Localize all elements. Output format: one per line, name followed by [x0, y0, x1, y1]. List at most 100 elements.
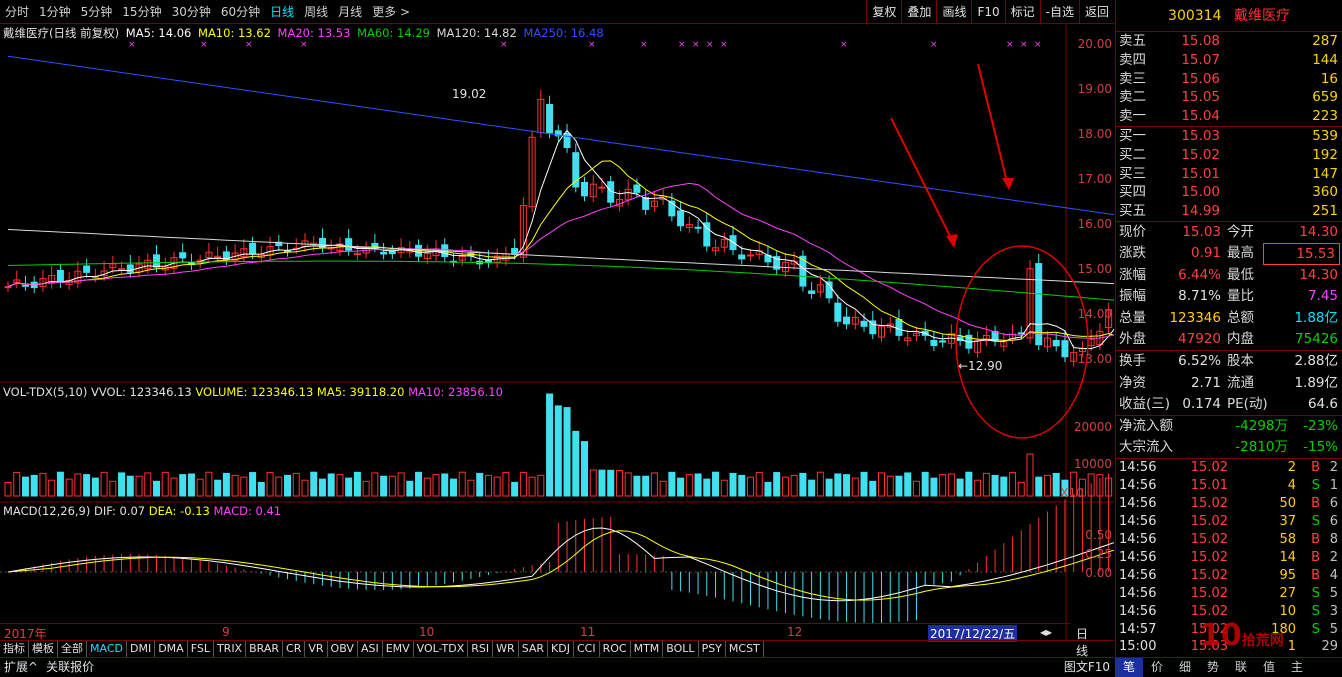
tick-side: S: [1311, 621, 1320, 637]
quote-panel-tab[interactable]: 笔: [1115, 658, 1143, 677]
volume-bar: [650, 472, 658, 497]
volume-bar: [222, 472, 230, 497]
indicator-tab[interactable]: CCI: [574, 641, 600, 657]
quote-panel-tab[interactable]: 价: [1143, 658, 1171, 677]
volume-bar: [843, 474, 851, 497]
chart-f10-button[interactable]: 图文F10: [1060, 658, 1114, 677]
macd-tick: 0.00: [1085, 566, 1112, 580]
indicator-tab[interactable]: TRIX: [214, 641, 247, 657]
tick-side: B: [1311, 460, 1320, 476]
tick-price: 15.02: [1190, 460, 1228, 476]
tick-volume: 27: [1279, 585, 1296, 601]
indicator-tab[interactable]: VR: [305, 641, 328, 657]
stat-value: 123346: [1169, 309, 1221, 326]
tick-price: 15.02: [1190, 567, 1228, 583]
volume-bar: [74, 473, 82, 497]
signal-marker: ×: [840, 40, 848, 50]
related-quotes-button[interactable]: 关联报价: [42, 658, 98, 677]
bottom-bar: 扩展^ 关联报价 图文F10: [0, 657, 1114, 677]
tick-price: 15.01: [1190, 478, 1228, 494]
kline-chart[interactable]: 19.02 ←12.90 × × × × × × × × × × × × × × × ×: [0, 0, 1114, 640]
volume-bar: [415, 471, 423, 497]
indicator-tab[interactable]: 全部: [58, 641, 87, 657]
level-price: 15.00: [1181, 184, 1220, 201]
price-tick: 13.00: [1077, 352, 1112, 366]
order-book-row: 买二 15.02 192: [1116, 146, 1342, 165]
indicator-tab[interactable]: RSI: [468, 641, 494, 657]
tick-side: S: [1311, 514, 1320, 530]
stat-value: 6.44%: [1178, 266, 1221, 283]
indicator-tab[interactable]: CR: [283, 641, 306, 657]
volume-bar: [781, 476, 789, 497]
quote-panel-tab[interactable]: 势: [1199, 658, 1227, 677]
tick-time: 14:56: [1119, 585, 1157, 601]
dif-label: DIF: 0.07: [94, 504, 146, 518]
level-volume: 147: [1312, 165, 1338, 182]
volume-bar: [939, 474, 947, 497]
flow-row: 大宗流入 -2810万 -15%: [1116, 437, 1342, 458]
volume-bar: [380, 475, 388, 497]
tick-count: 5: [1329, 585, 1338, 601]
indicator-tab[interactable]: ROC: [600, 641, 631, 657]
indicator-tab[interactable]: FSL: [188, 641, 214, 657]
tick-count: 8: [1329, 532, 1338, 548]
candlestick: [179, 252, 187, 259]
stat-label: 今开: [1227, 223, 1254, 240]
signal-marker: ×: [245, 40, 253, 50]
indicator-tab[interactable]: DMI: [127, 641, 156, 657]
tick-side: B: [1311, 532, 1320, 548]
tick-count: 2: [1329, 549, 1338, 565]
quote-panel-tab[interactable]: 主: [1283, 658, 1311, 677]
indicator-tab[interactable]: SAR: [519, 641, 549, 657]
ma10-line: [7, 160, 1114, 341]
order-book-row: 买一 15.03 539: [1116, 127, 1342, 146]
stock-title: 300314 戴维医疗: [1116, 0, 1342, 32]
indicator-tab[interactable]: KDJ: [548, 641, 574, 657]
indicator-tab[interactable]: OBV: [328, 641, 358, 657]
quote-panel-tab[interactable]: 联: [1227, 658, 1255, 677]
volume-bar: [581, 441, 589, 497]
indicator-tab[interactable]: 模板: [29, 641, 58, 657]
volume-bar: [100, 471, 108, 497]
stat-label: 内盘: [1227, 330, 1254, 347]
tick-time: 14:56: [1119, 460, 1157, 476]
quote-panel-tab[interactable]: 细: [1171, 658, 1199, 677]
indicator-tab[interactable]: BRAR: [246, 641, 284, 657]
volume-bar: [301, 479, 309, 497]
arrow-annotation-head: [946, 234, 958, 248]
volume-bar: [187, 473, 195, 497]
indicator-tab[interactable]: BOLL: [663, 641, 699, 657]
low-annotation: ←12.90: [958, 359, 1002, 373]
indicator-tab[interactable]: PSY: [699, 641, 726, 657]
volume-bar: [126, 475, 134, 497]
level-label: 买一: [1119, 127, 1146, 144]
indicator-tab[interactable]: DMA: [155, 641, 188, 657]
indicator-tab[interactable]: VOL-TDX: [414, 641, 469, 657]
tick-row: 14:56 15.02 27 S 5: [1116, 585, 1342, 603]
expand-button[interactable]: 扩展^: [0, 658, 42, 677]
stat-value: 2.88亿: [1294, 353, 1338, 370]
level-price: 15.08: [1181, 33, 1220, 49]
volume-bar: [388, 475, 396, 497]
indicator-tab[interactable]: MACD: [87, 641, 127, 657]
quote-panel-tab[interactable]: 值: [1255, 658, 1283, 677]
stat-value: 6.52%: [1178, 353, 1221, 370]
indicator-tab[interactable]: EMV: [383, 641, 414, 657]
quote-panel-tabs: 笔价细势联值主: [1115, 657, 1342, 677]
indicator-tab[interactable]: 指标: [0, 641, 29, 657]
stat-label: 现价: [1119, 223, 1146, 240]
level-label: 卖五: [1119, 33, 1146, 49]
indicator-tab[interactable]: ASI: [358, 641, 383, 657]
scroll-arrows[interactable]: ◂▸: [1040, 625, 1052, 639]
indicator-tab[interactable]: MTM: [631, 641, 664, 657]
stat-label: 量比: [1227, 288, 1254, 305]
volume-bar: [275, 476, 283, 497]
candlestick: [118, 268, 126, 271]
indicator-tab[interactable]: WR: [493, 641, 519, 657]
tick-side: B: [1311, 549, 1320, 565]
signal-marker: ×: [128, 40, 136, 50]
volume-bar: [947, 473, 955, 497]
indicator-tab[interactable]: MCST: [726, 641, 764, 657]
candlestick: [56, 269, 64, 283]
signal-marker: ×: [300, 40, 308, 50]
